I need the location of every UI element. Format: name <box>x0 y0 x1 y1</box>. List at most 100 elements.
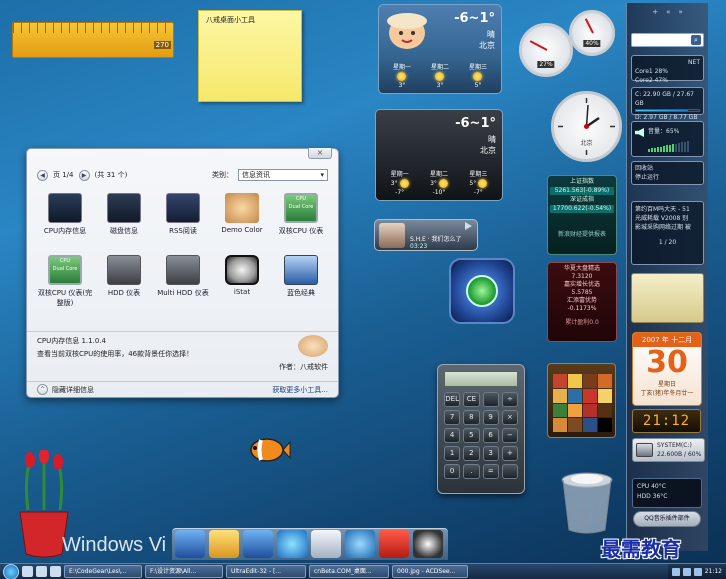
analog-clock[interactable]: 北京 <box>551 91 622 162</box>
taskbar-task[interactable]: F:\设计资源\All... <box>145 565 223 578</box>
get-more-gadgets-link[interactable]: 获取更多小工具... <box>272 385 328 395</box>
gadget-item[interactable]: CPU Dual Core 双核CPU 仪表(完整版) <box>37 255 93 315</box>
qq-music-widget[interactable]: QQ音乐插件部件 <box>633 511 701 527</box>
digital-clock[interactable]: 21:12 <box>632 409 701 433</box>
computer-icon[interactable] <box>175 530 205 558</box>
news-item[interactable]: 影城采购网络过期 被 <box>635 223 700 232</box>
calc-key[interactable]: = <box>482 464 499 479</box>
calc-key[interactable]: . <box>463 464 480 479</box>
tray-network-icon[interactable] <box>671 567 680 576</box>
calc-key[interactable]: × <box>501 410 518 425</box>
recycle-bin-icon[interactable] <box>558 470 616 536</box>
quicklaunch-media-icon[interactable] <box>50 566 61 577</box>
hdd-icon <box>107 255 141 285</box>
calc-key[interactable] <box>501 464 518 479</box>
calc-key[interactable]: CE <box>463 392 480 407</box>
fund-value: 5.5785 <box>571 289 593 296</box>
gadget-item[interactable]: Demo Color <box>214 193 270 253</box>
calc-key[interactable]: ÷ <box>501 392 518 407</box>
tray-volume-icon[interactable] <box>682 567 691 576</box>
folder-icon[interactable] <box>209 530 239 558</box>
document-icon[interactable] <box>311 530 341 558</box>
close-button[interactable]: × <box>308 148 332 159</box>
chevron-up-icon[interactable]: ^ <box>37 384 48 395</box>
gadget-item[interactable]: 蓝色经典 <box>273 255 329 315</box>
hide-details-link[interactable]: 隐藏详细信息 <box>52 385 94 395</box>
volume-level[interactable] <box>648 140 689 152</box>
quicklaunch-ie-icon[interactable] <box>22 566 33 577</box>
calc-key[interactable]: 5 <box>463 428 480 443</box>
fish-icon[interactable] <box>245 434 291 466</box>
news-widget[interactable]: 第约百M吗大天 - 51 光威耗载 V2008 别 影城采购网络过期 被 1 /… <box>631 201 704 265</box>
gadget-item[interactable]: CPU内存信息 <box>37 193 93 253</box>
play-icon[interactable] <box>465 222 472 230</box>
sidebar-prev-button[interactable]: « <box>666 8 670 20</box>
news-pager[interactable]: 1 / 20 <box>635 238 700 247</box>
drives-widget[interactable]: C: 22.90 GB / 27.67 GB D: 2.97 GB / 8.77… <box>631 87 704 121</box>
gadget-item[interactable]: 磁盘信息 <box>96 193 152 253</box>
quicklaunch-desktop-icon[interactable] <box>36 566 47 577</box>
tray-app-icon[interactable] <box>693 567 702 576</box>
calc-key[interactable]: DEL <box>444 392 461 407</box>
download-icon[interactable] <box>379 530 409 558</box>
taskbar-task[interactable]: E:\CodeGear\Les\... <box>64 565 142 578</box>
stocks-gadget[interactable]: 上证指数 5261.563(-0.89%) 深证成指 17700.622(-0.… <box>547 175 617 255</box>
ruler-gadget[interactable]: 270 <box>12 22 174 58</box>
calc-key[interactable]: 6 <box>482 428 499 443</box>
calc-key[interactable]: 7 <box>444 410 461 425</box>
prev-page-button[interactable]: ◀ <box>37 169 48 181</box>
calc-key[interactable] <box>482 392 499 407</box>
gadget-item[interactable]: HDD 仪表 <box>96 255 152 315</box>
taskbar-task[interactable]: cnBeta.COM_桌面... <box>309 565 389 578</box>
calc-key[interactable]: + <box>501 446 518 461</box>
calendar-gadget[interactable]: 2007 年 十二月 30 星期日 丁亥(猪)年冬月廿一 <box>632 332 702 406</box>
slideshow-widget[interactable] <box>631 273 704 323</box>
sidebar-add-button[interactable]: + <box>652 8 658 20</box>
news-item[interactable]: 光威耗载 V2008 别 <box>635 214 700 223</box>
gadget-item[interactable]: Multi HDD 仪表 <box>155 255 211 315</box>
cpu-cores-widget[interactable]: NET Core1 28% Core2 47% <box>631 55 704 84</box>
music-player[interactable]: S.H.E · 我们怎么了 03:23 <box>374 219 478 251</box>
gadget-item[interactable]: CPU Dual Core 双核CPU 仪表 <box>273 193 329 253</box>
lock-gadget[interactable] <box>449 258 515 324</box>
fund-value: 7.3120 <box>571 273 593 280</box>
taskbar-task[interactable]: UltraEdit-32 - [... <box>226 565 306 578</box>
gadget-item[interactable]: iStat <box>214 255 270 315</box>
tray-clock[interactable]: 21:12 <box>705 568 722 575</box>
globe-icon[interactable] <box>277 530 307 558</box>
category-select[interactable]: 信息资讯 ▾ <box>238 169 328 181</box>
calc-key[interactable]: 9 <box>482 410 499 425</box>
taskbar-task[interactable]: 000.jpg - ACDSee... <box>392 565 468 578</box>
next-page-button[interactable]: ▶ <box>78 169 90 181</box>
calc-key[interactable]: 0 <box>444 464 461 479</box>
memory-gauge[interactable]: 40% <box>569 10 615 56</box>
calc-key[interactable]: 1 <box>444 446 461 461</box>
fund-gadget[interactable]: 华夏大盘精选 7.3120 嘉实增长优选 5.5785 汇添富优势 -0.117… <box>547 262 617 342</box>
calc-key[interactable]: − <box>501 428 518 443</box>
cpu-gauge[interactable]: 27% <box>519 23 573 77</box>
puzzle-gadget[interactable] <box>547 363 616 438</box>
calc-key[interactable]: 2 <box>463 446 480 461</box>
calc-key[interactable]: 4 <box>444 428 461 443</box>
note-text[interactable]: 八戒桌面小工具 <box>206 16 255 24</box>
sticky-note[interactable]: 八戒桌面小工具 <box>198 10 302 102</box>
search-icon[interactable]: ⌕ <box>691 35 701 45</box>
calc-key[interactable]: 8 <box>463 410 480 425</box>
gadget-item[interactable]: RSS阅读 <box>155 193 211 253</box>
weather-gadget-small[interactable]: -6~1° 晴 北京 星期一 3° -7° 星期二 3° -10° 星期三 5° -7° <box>375 109 503 201</box>
calculator-gadget[interactable]: DEL CE ÷ 7 8 9 × 4 5 6 − 1 2 3 + 0 . = <box>437 364 525 494</box>
calc-key[interactable]: 3 <box>482 446 499 461</box>
system-drive-gadget[interactable]: SYSTEM(C:) 22.600B / 60% <box>632 438 705 462</box>
volume-bar <box>654 147 656 152</box>
media-icon[interactable] <box>345 530 375 558</box>
news-item[interactable]: 第约百M吗大天 - 51 <box>635 205 700 214</box>
network-icon[interactable] <box>243 530 273 558</box>
sidebar-search-input[interactable]: ⌕ <box>631 33 704 47</box>
recycle-widget[interactable]: 回收站 停止运行 <box>631 161 704 185</box>
weather-gadget-large[interactable]: -6~1° 晴 北京 星期一 3° 星期二 3° 星期三 5° <box>378 4 502 94</box>
volume-widget[interactable]: 音量：65% <box>631 121 704 157</box>
qq-icon[interactable] <box>413 530 443 558</box>
temperature-gadget[interactable]: CPU 40°C HDD 36°C <box>632 478 702 508</box>
sidebar-next-button[interactable]: » <box>678 8 682 20</box>
start-button[interactable] <box>3 563 19 579</box>
